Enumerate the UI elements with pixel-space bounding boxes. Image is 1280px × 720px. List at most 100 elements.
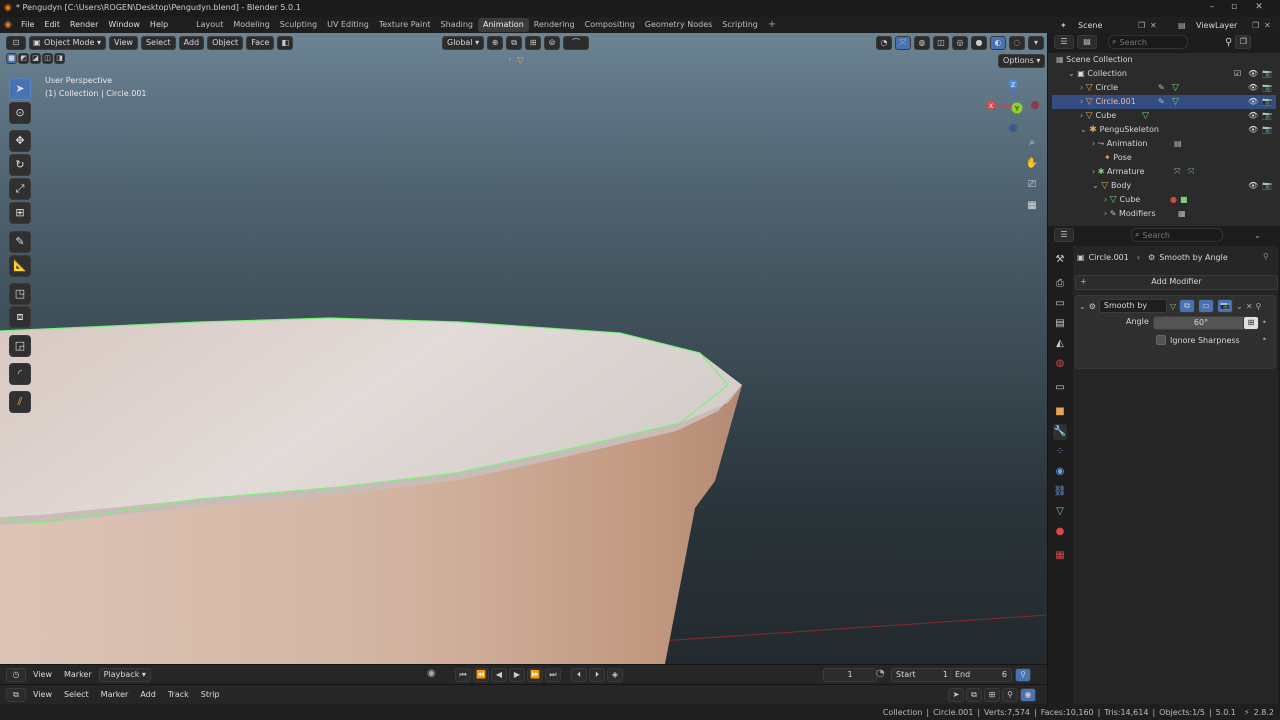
- editor-type-icon[interactable]: ⊡: [6, 36, 26, 50]
- workspace-tab-geometry-nodes[interactable]: Geometry Nodes: [640, 18, 717, 32]
- scale-tool-icon[interactable]: ⤢: [9, 178, 31, 200]
- penguskeleton-camera-icon[interactable]: 📷: [1262, 123, 1272, 137]
- auto-keying-icon[interactable]: ◉: [427, 668, 436, 679]
- annotate-tool-icon[interactable]: ✎: [9, 231, 31, 253]
- workspace-tab-sculpting[interactable]: Sculpting: [275, 18, 322, 32]
- scene-copy-icon[interactable]: ❐: [1138, 21, 1150, 30]
- cube-eye-icon[interactable]: 👁: [1248, 109, 1258, 123]
- cage-toggle-icon[interactable]: ⧉: [1179, 299, 1196, 313]
- workspace-tab-uv-editing[interactable]: UV Editing: [322, 18, 374, 32]
- view-layer-tab-icon[interactable]: ▤: [1053, 316, 1067, 332]
- sequencer-menu-strip[interactable]: Strip: [196, 688, 225, 702]
- view-layer-selector[interactable]: ▤ ViewLayer ❐ ✕: [1178, 18, 1276, 32]
- modifier-name-field[interactable]: Smooth by An...: [1098, 299, 1167, 313]
- new-collection-icon[interactable]: ❐: [1235, 35, 1252, 49]
- outliner-item-circle-001[interactable]: › ▽ Circle.001 ✎ ▽ 👁 📷: [1052, 95, 1276, 109]
- blender-menu-icon[interactable]: ◉: [0, 20, 16, 30]
- tool-tab-icon[interactable]: ⚒: [1053, 252, 1067, 268]
- workspace-tab-animation[interactable]: Animation: [477, 18, 529, 32]
- workspace-tab-shading[interactable]: Shading: [435, 18, 478, 32]
- play-reverse-icon[interactable]: ◀: [491, 668, 507, 682]
- scene-selector[interactable]: ✦ Scene ❐ ✕: [1060, 18, 1162, 32]
- object-mode-dropdown[interactable]: ▣ Object Mode ▾: [29, 36, 106, 50]
- outliner-item-armature[interactable]: › ✱ Armature ⤧ ⤧: [1092, 165, 1272, 179]
- sequencer-menu-marker[interactable]: Marker: [96, 688, 134, 702]
- pivot-point-icon[interactable]: ⊕: [487, 36, 504, 50]
- circle-eye-icon[interactable]: 👁: [1248, 81, 1258, 95]
- outliner-item-circle[interactable]: › ▽ Circle ✎ ▽ 👁 📷: [1080, 81, 1274, 95]
- pan-hand-icon[interactable]: ✋: [1023, 155, 1041, 173]
- transform-orientation-dropdown[interactable]: Global ▾: [442, 36, 485, 50]
- workspace-tab-layout[interactable]: Layout: [191, 18, 228, 32]
- circle-001-camera-icon[interactable]: 📷: [1262, 95, 1272, 109]
- render-tab-icon[interactable]: ⎙: [1053, 276, 1067, 292]
- sequencer-menu-track[interactable]: Track: [163, 688, 194, 702]
- gizmo-toggle-icon[interactable]: ⤧: [895, 36, 911, 50]
- bevel-tool-icon[interactable]: ◜: [9, 363, 31, 385]
- particles-tab-icon[interactable]: ⁘: [1053, 444, 1067, 460]
- select-subtract-icon[interactable]: ◪: [30, 53, 41, 64]
- circle-001-eye-icon[interactable]: 👁: [1248, 95, 1258, 109]
- collapse-arrow-icon[interactable]: ›: [508, 55, 512, 65]
- cursor-tool-icon[interactable]: ⊙: [9, 102, 31, 124]
- measure-tool-icon[interactable]: 📐: [9, 255, 31, 277]
- body-camera-icon[interactable]: 📷: [1262, 179, 1272, 193]
- select-tool-icon[interactable]: ➤: [9, 78, 31, 100]
- sequencer-menu-add[interactable]: Add: [135, 688, 161, 702]
- circle-camera-icon[interactable]: 📷: [1262, 81, 1272, 95]
- camera-view-icon[interactable]: ⎚: [1023, 176, 1041, 194]
- shading-options-icon[interactable]: ▾: [1028, 36, 1044, 50]
- timeline-menu-view[interactable]: View: [28, 668, 57, 682]
- options-button[interactable]: Options ▾: [998, 54, 1046, 68]
- add-workspace-icon[interactable]: +: [763, 18, 781, 32]
- modifier-tab-icon[interactable]: 🔧: [1053, 424, 1067, 440]
- prev-keyframe-icon[interactable]: ⏪: [473, 668, 489, 682]
- start-frame-field[interactable]: Start 1: [891, 668, 953, 682]
- menu-edit[interactable]: Edit: [39, 17, 65, 33]
- play-icon[interactable]: ▶: [509, 668, 525, 682]
- outliner-filter-icon[interactable]: ⚲: [1225, 37, 1232, 48]
- scene-tab-icon[interactable]: ◭: [1053, 336, 1067, 352]
- visibility-icon[interactable]: ◔: [876, 36, 892, 50]
- timeline-editor-type-icon[interactable]: ◷: [6, 668, 26, 682]
- move-tool-icon[interactable]: ✥: [9, 130, 31, 152]
- sequencer-select-icon[interactable]: ➤: [948, 688, 964, 702]
- sequencer-menu-view[interactable]: View: [28, 688, 57, 702]
- xray-toggle-icon[interactable]: ◫: [933, 36, 949, 50]
- perspective-toggle-icon[interactable]: ▦: [1023, 197, 1041, 215]
- breadcrumb-modifier[interactable]: Smooth by Angle: [1159, 253, 1228, 262]
- angle-keyframe-dot[interactable]: •: [1262, 318, 1267, 327]
- menu-window[interactable]: Window: [103, 17, 145, 33]
- world-tab-icon[interactable]: ◍: [1053, 356, 1067, 372]
- viewport-menu-add[interactable]: Add: [178, 36, 205, 50]
- data-tab-icon[interactable]: ▽: [1053, 504, 1067, 520]
- collection-checkbox-icon[interactable]: ☑: [1234, 67, 1241, 81]
- pin-icon[interactable]: ⚲: [1263, 252, 1269, 261]
- minimize-icon[interactable]: –: [1205, 2, 1219, 14]
- 3d-viewport[interactable]: ⊡ ▣ Object Mode ▾ View Select Add Object …: [0, 33, 1047, 664]
- extrude-tool-icon[interactable]: ⧈: [9, 306, 31, 328]
- jump-end-icon[interactable]: ⏭: [545, 668, 561, 682]
- angle-input-socket-icon[interactable]: ⊞: [1243, 316, 1259, 330]
- select-extend-icon[interactable]: ◩: [18, 53, 29, 64]
- drag-handle-icon[interactable]: ⚲: [1255, 302, 1261, 311]
- sequencer-filter-icon[interactable]: ⚲: [1002, 688, 1018, 702]
- loop-cut-tool-icon[interactable]: ⫽: [9, 391, 31, 413]
- sequencer-editor-type-icon[interactable]: ⧉: [6, 688, 26, 702]
- display-mode-icon[interactable]: ▤: [1077, 35, 1097, 49]
- cube-camera-icon[interactable]: 📷: [1262, 109, 1272, 123]
- timeline-filter-icon[interactable]: ⚲: [1015, 668, 1031, 682]
- playback-dropdown[interactable]: Playback ▾: [98, 668, 151, 682]
- transform-tool-icon[interactable]: ⊞: [9, 202, 31, 224]
- outliner-item-body[interactable]: ⌄ ▽ Body 👁 📷: [1092, 179, 1274, 193]
- next-keyframe-icon[interactable]: ⏩: [527, 668, 543, 682]
- outliner-item-animation[interactable]: › ⤳ Animation ▤: [1092, 137, 1272, 151]
- workspace-tab-texture-paint[interactable]: Texture Paint: [374, 18, 436, 32]
- body-eye-icon[interactable]: 👁: [1248, 179, 1258, 193]
- rotate-tool-icon[interactable]: ↻: [9, 154, 31, 176]
- viewport-menu-object[interactable]: Object: [207, 36, 244, 50]
- view-layer-close-icon[interactable]: ✕: [1264, 21, 1276, 30]
- select-mode-icon[interactable]: ◧: [277, 36, 294, 50]
- prev-marker-icon[interactable]: ⏴: [571, 668, 587, 682]
- constraints-tab-icon[interactable]: ⛓: [1053, 484, 1067, 500]
